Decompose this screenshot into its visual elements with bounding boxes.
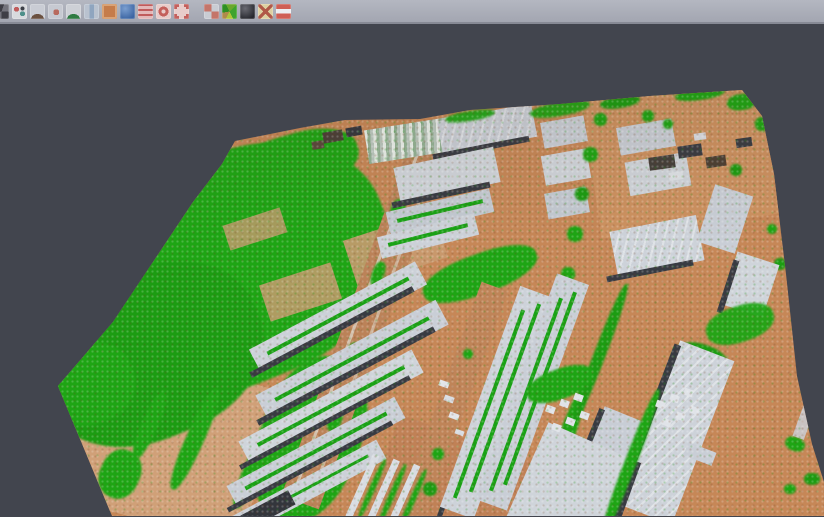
grid-cells-icon[interactable] xyxy=(204,4,219,19)
street-tree xyxy=(767,224,777,234)
street-tree xyxy=(663,119,673,129)
small-house xyxy=(545,404,556,414)
classification-map-icon[interactable] xyxy=(222,4,237,19)
small-house xyxy=(559,398,570,408)
street-tree xyxy=(730,164,742,176)
street-tree xyxy=(575,187,589,201)
clear-cross-icon[interactable] xyxy=(258,4,273,19)
terrain-model-icon[interactable] xyxy=(30,4,45,19)
vegetation-belt xyxy=(701,296,779,352)
building-roof xyxy=(694,132,707,141)
layer-list-icon[interactable] xyxy=(138,4,153,19)
street-tree xyxy=(432,448,444,460)
ground-class-icon[interactable] xyxy=(102,4,117,19)
target-ring-icon[interactable] xyxy=(156,4,171,19)
dark-roof xyxy=(705,154,726,168)
street-tree xyxy=(755,117,769,131)
toolbar xyxy=(0,0,824,24)
shaded-sphere-icon[interactable] xyxy=(240,4,255,19)
viewport-3d[interactable] xyxy=(0,24,824,517)
vegetation-clump xyxy=(784,484,796,494)
building-roof xyxy=(540,115,588,148)
street-tree xyxy=(583,147,598,162)
zoom-extent-icon[interactable] xyxy=(174,4,189,19)
farm-roof xyxy=(345,125,362,137)
terrain-mesh xyxy=(0,24,824,517)
profile-section-icon[interactable] xyxy=(84,4,99,19)
vegetation-clump xyxy=(804,473,820,485)
street-tree xyxy=(423,482,437,496)
dark-roof xyxy=(735,136,752,147)
flag-stripes-icon[interactable] xyxy=(276,4,291,19)
street-tree xyxy=(463,349,473,359)
street-tree xyxy=(567,226,583,242)
intensity-image-icon[interactable] xyxy=(0,4,9,19)
classified-points-icon[interactable] xyxy=(12,4,27,19)
building-roof xyxy=(793,398,818,440)
street-tree xyxy=(594,113,607,126)
point-select-icon[interactable] xyxy=(48,4,63,19)
globe-3d-icon[interactable] xyxy=(120,4,135,19)
vegetation-surface-icon[interactable] xyxy=(66,4,81,19)
street-tree xyxy=(642,110,654,122)
